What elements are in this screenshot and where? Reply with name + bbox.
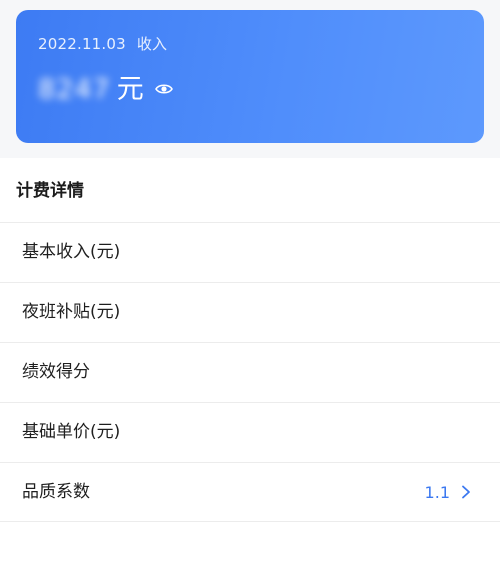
income-amount: 8247 <box>38 73 111 105</box>
eye-icon[interactable] <box>154 79 174 99</box>
row-value: 1.1 <box>424 483 450 502</box>
detail-row-performance-score[interactable]: 绩效得分 <box>0 342 500 402</box>
billing-details-panel: 计费详情 基本收入(元) 夜班补贴(元) 绩效得分 基础单价(元) 品质系数 1… <box>0 158 500 569</box>
detail-row-basic-income[interactable]: 基本收入(元) <box>0 222 500 282</box>
income-amount-row: 8247 元 <box>38 72 174 106</box>
chevron-right-icon <box>462 485 470 499</box>
row-label: 绩效得分 <box>22 362 90 382</box>
row-label: 基本收入(元) <box>22 242 121 262</box>
section-title: 计费详情 <box>16 181 84 201</box>
row-label: 夜班补贴(元) <box>22 302 121 322</box>
detail-row-night-allowance[interactable]: 夜班补贴(元) <box>0 282 500 342</box>
income-card: 2022.11.03 收入 8247 元 <box>16 10 484 143</box>
detail-list: 基本收入(元) 夜班补贴(元) 绩效得分 基础单价(元) 品质系数 1.1 <box>0 222 500 522</box>
income-unit: 元 <box>116 73 144 105</box>
detail-row-unit-price[interactable]: 基础单价(元) <box>0 402 500 462</box>
income-date: 2022.11.03 <box>38 35 126 53</box>
income-label: 收入 <box>136 35 168 53</box>
income-date-line: 2022.11.03 收入 <box>38 33 167 54</box>
row-label: 品质系数 <box>22 482 90 502</box>
row-label: 基础单价(元) <box>22 422 121 442</box>
detail-row-quality-coefficient[interactable]: 品质系数 1.1 <box>0 462 500 522</box>
